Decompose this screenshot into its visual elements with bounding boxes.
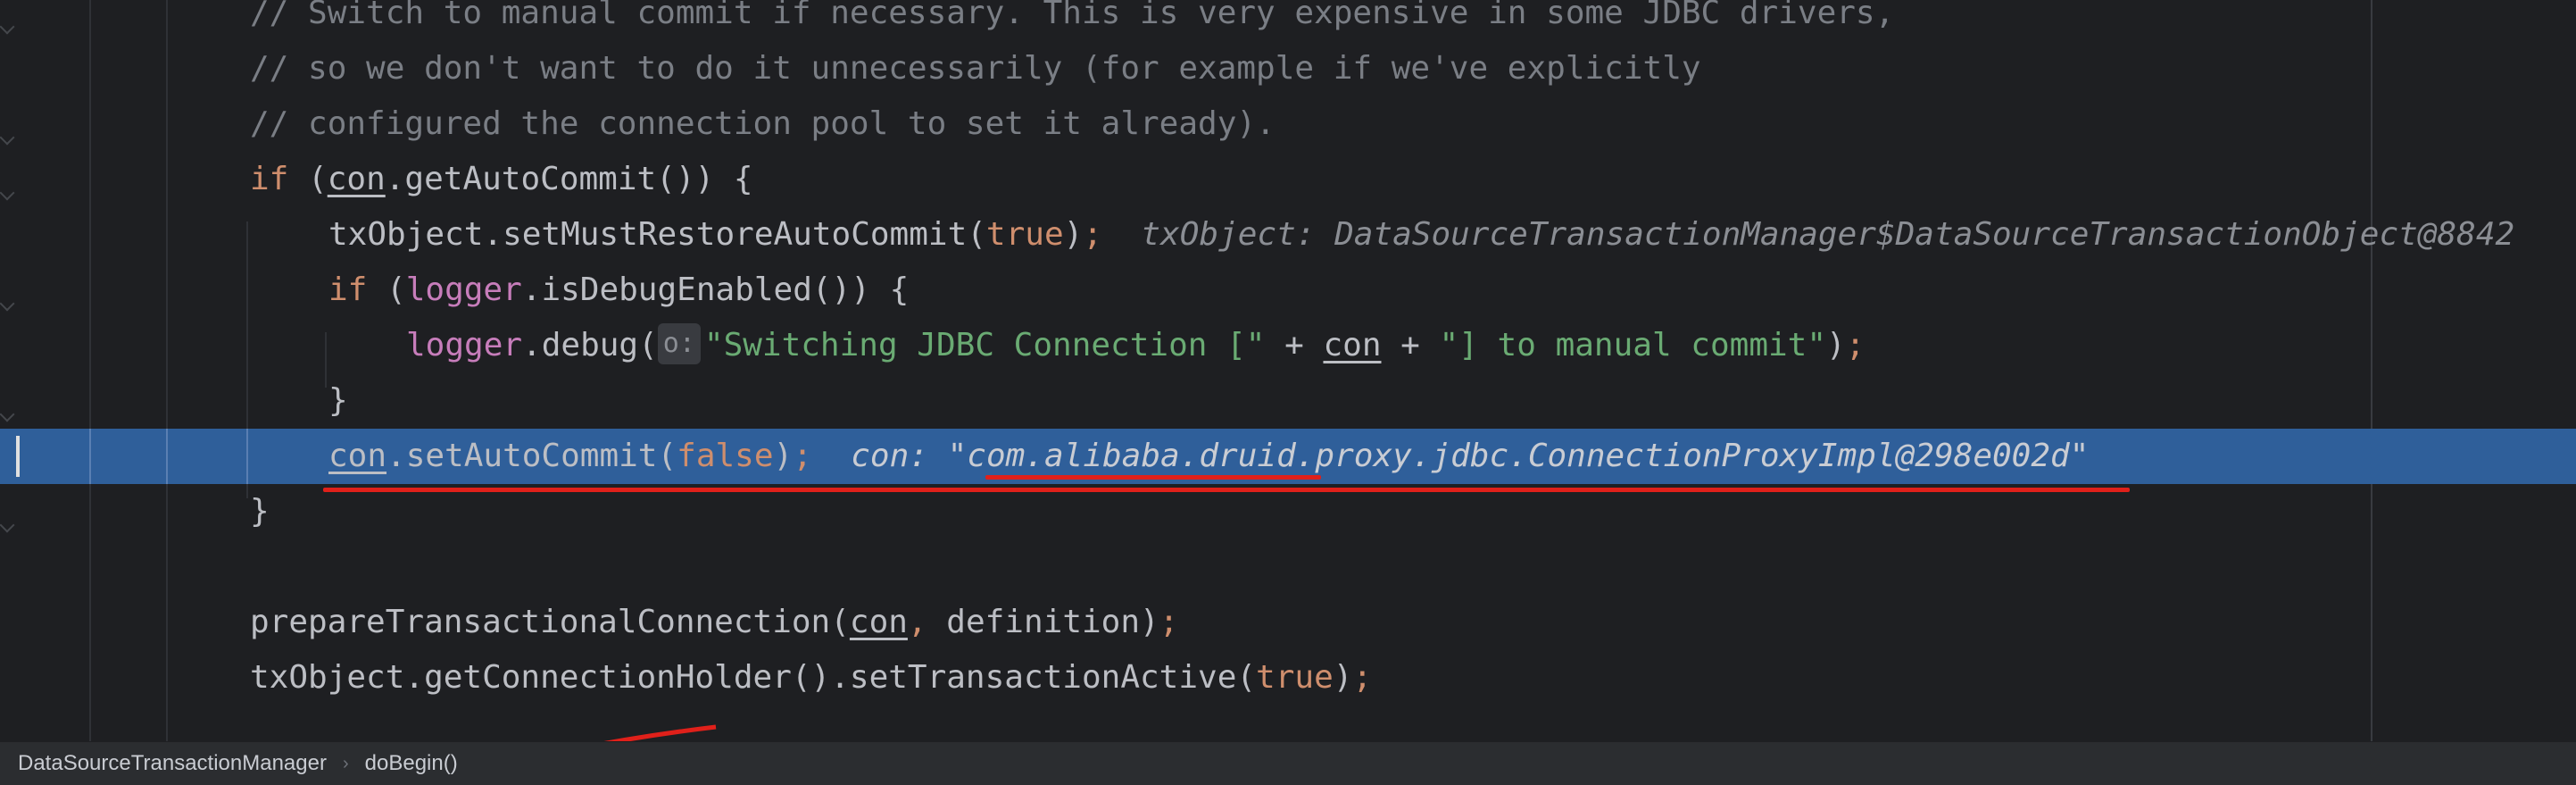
field-token: logger bbox=[405, 271, 522, 308]
keyword-token: false bbox=[677, 438, 774, 474]
keyword-token: ; bbox=[793, 438, 812, 474]
keyword-token: ; bbox=[1352, 659, 1373, 696]
parameter-hint: o: bbox=[657, 323, 701, 364]
keyword-token: if bbox=[328, 271, 387, 308]
code-text: } bbox=[328, 373, 348, 429]
chevron-right-icon: › bbox=[342, 753, 349, 773]
code-token: definition) bbox=[927, 604, 1159, 640]
indent-guide bbox=[166, 429, 168, 484]
debug-inline-value: txObject: DataSourceTransactionManager$D… bbox=[1102, 216, 2515, 253]
code-token: prepareTransactionalConnection( bbox=[250, 604, 850, 640]
comment-token: // configured the connection pool to set… bbox=[250, 105, 1276, 142]
annotation-underline-package bbox=[985, 475, 1321, 480]
breadcrumb-bar: DataSourceTransactionManager › doBegin() bbox=[0, 741, 2576, 785]
keyword-token: true bbox=[985, 216, 1064, 253]
comment-token: // Switch to manual commit if necessary.… bbox=[250, 0, 1895, 31]
comment-token: // so we don't want to do it unnecessari… bbox=[250, 50, 1701, 87]
code-line[interactable]: prepareTransactionalConnection(con, defi… bbox=[0, 595, 2576, 650]
code-token: .isDebugEnabled()) { bbox=[521, 271, 910, 308]
code-token: ( bbox=[386, 271, 406, 308]
debug-inline-value: con: "com.alibaba.druid.proxy.jdbc.Conne… bbox=[811, 438, 2090, 474]
code-token: + bbox=[1265, 327, 1324, 363]
code-token: txObject.setMustRestoreAutoCommit( bbox=[328, 216, 986, 253]
code-token: .getAutoCommit()) { bbox=[385, 161, 753, 197]
code-token: .setAutoCommit( bbox=[386, 438, 677, 474]
variable-token: con bbox=[328, 438, 387, 474]
code-line[interactable]: txObject.getConnectionHolder().setTransa… bbox=[0, 650, 2576, 706]
code-text: } bbox=[250, 484, 270, 539]
code-text: txObject.setMustRestoreAutoCommit(true);… bbox=[328, 207, 2514, 263]
code-text: prepareTransactionalConnection(con, defi… bbox=[250, 595, 1178, 650]
code-line[interactable]: logger.debug(o: "Switching JDBC Connectio… bbox=[0, 318, 2576, 373]
breadcrumb-class[interactable]: DataSourceTransactionManager bbox=[0, 751, 327, 776]
code-line[interactable]: // so we don't want to do it unnecessari… bbox=[0, 41, 2576, 96]
keyword-token: ; bbox=[1159, 604, 1179, 640]
keyword-token: ; bbox=[1083, 216, 1102, 253]
code-line[interactable] bbox=[0, 539, 2576, 595]
code-editor[interactable]: // Switch to manual commit if necessary.… bbox=[0, 0, 2576, 741]
keyword-token: if bbox=[250, 161, 309, 197]
keyword-token: ; bbox=[1845, 327, 1866, 363]
keyword-token: true bbox=[1256, 659, 1334, 696]
text-caret bbox=[16, 436, 20, 477]
code-token: ) bbox=[1333, 659, 1353, 696]
annotation-underline-line bbox=[323, 488, 2130, 492]
indent-guide bbox=[89, 429, 91, 484]
keyword-token: , bbox=[907, 604, 927, 640]
code-token: .debug( bbox=[522, 327, 658, 363]
code-token: + bbox=[1381, 327, 1440, 363]
breadcrumb-method[interactable]: doBegin() bbox=[365, 751, 458, 776]
code-line[interactable]: // Switch to manual commit if necessary.… bbox=[0, 0, 2576, 41]
variable-token: con bbox=[1323, 327, 1382, 363]
code-token: ) bbox=[1826, 327, 1846, 363]
code-token: } bbox=[328, 382, 348, 419]
code-token: } bbox=[250, 493, 270, 530]
code-token: txObject.getConnectionHolder().setTransa… bbox=[250, 659, 1257, 696]
code-text: logger.debug(o: "Switching JDBC Connectio… bbox=[406, 318, 1865, 373]
code-text: if (con.getAutoCommit()) { bbox=[250, 152, 753, 207]
string-token: "Switching JDBC Connection [" bbox=[703, 327, 1266, 363]
code-line[interactable]: if (con.getAutoCommit()) { bbox=[0, 152, 2576, 207]
code-line[interactable]: txObject.setMustRestoreAutoCommit(true);… bbox=[0, 207, 2576, 263]
variable-token: con bbox=[327, 161, 386, 197]
variable-token: con bbox=[849, 604, 908, 640]
code-line[interactable]: if (logger.isDebugEnabled()) { bbox=[0, 263, 2576, 318]
code-text: txObject.getConnectionHolder().setTransa… bbox=[250, 650, 1372, 706]
code-token: ) bbox=[773, 438, 794, 474]
code-line[interactable]: // configured the connection pool to set… bbox=[0, 96, 2576, 152]
code-text: // configured the connection pool to set… bbox=[250, 96, 1276, 152]
code-line[interactable]: } bbox=[0, 373, 2576, 429]
field-token: logger bbox=[406, 327, 523, 363]
code-line[interactable]: } bbox=[0, 484, 2576, 539]
code-token: ) bbox=[1063, 216, 1084, 253]
code-text: // Switch to manual commit if necessary.… bbox=[250, 0, 1894, 41]
code-token: ( bbox=[308, 161, 328, 197]
code-text: if (logger.isDebugEnabled()) { bbox=[328, 263, 909, 318]
code-text: // so we don't want to do it unnecessari… bbox=[250, 41, 1701, 96]
indent-guide bbox=[246, 429, 248, 484]
string-token: "] to manual commit" bbox=[1439, 327, 1827, 363]
